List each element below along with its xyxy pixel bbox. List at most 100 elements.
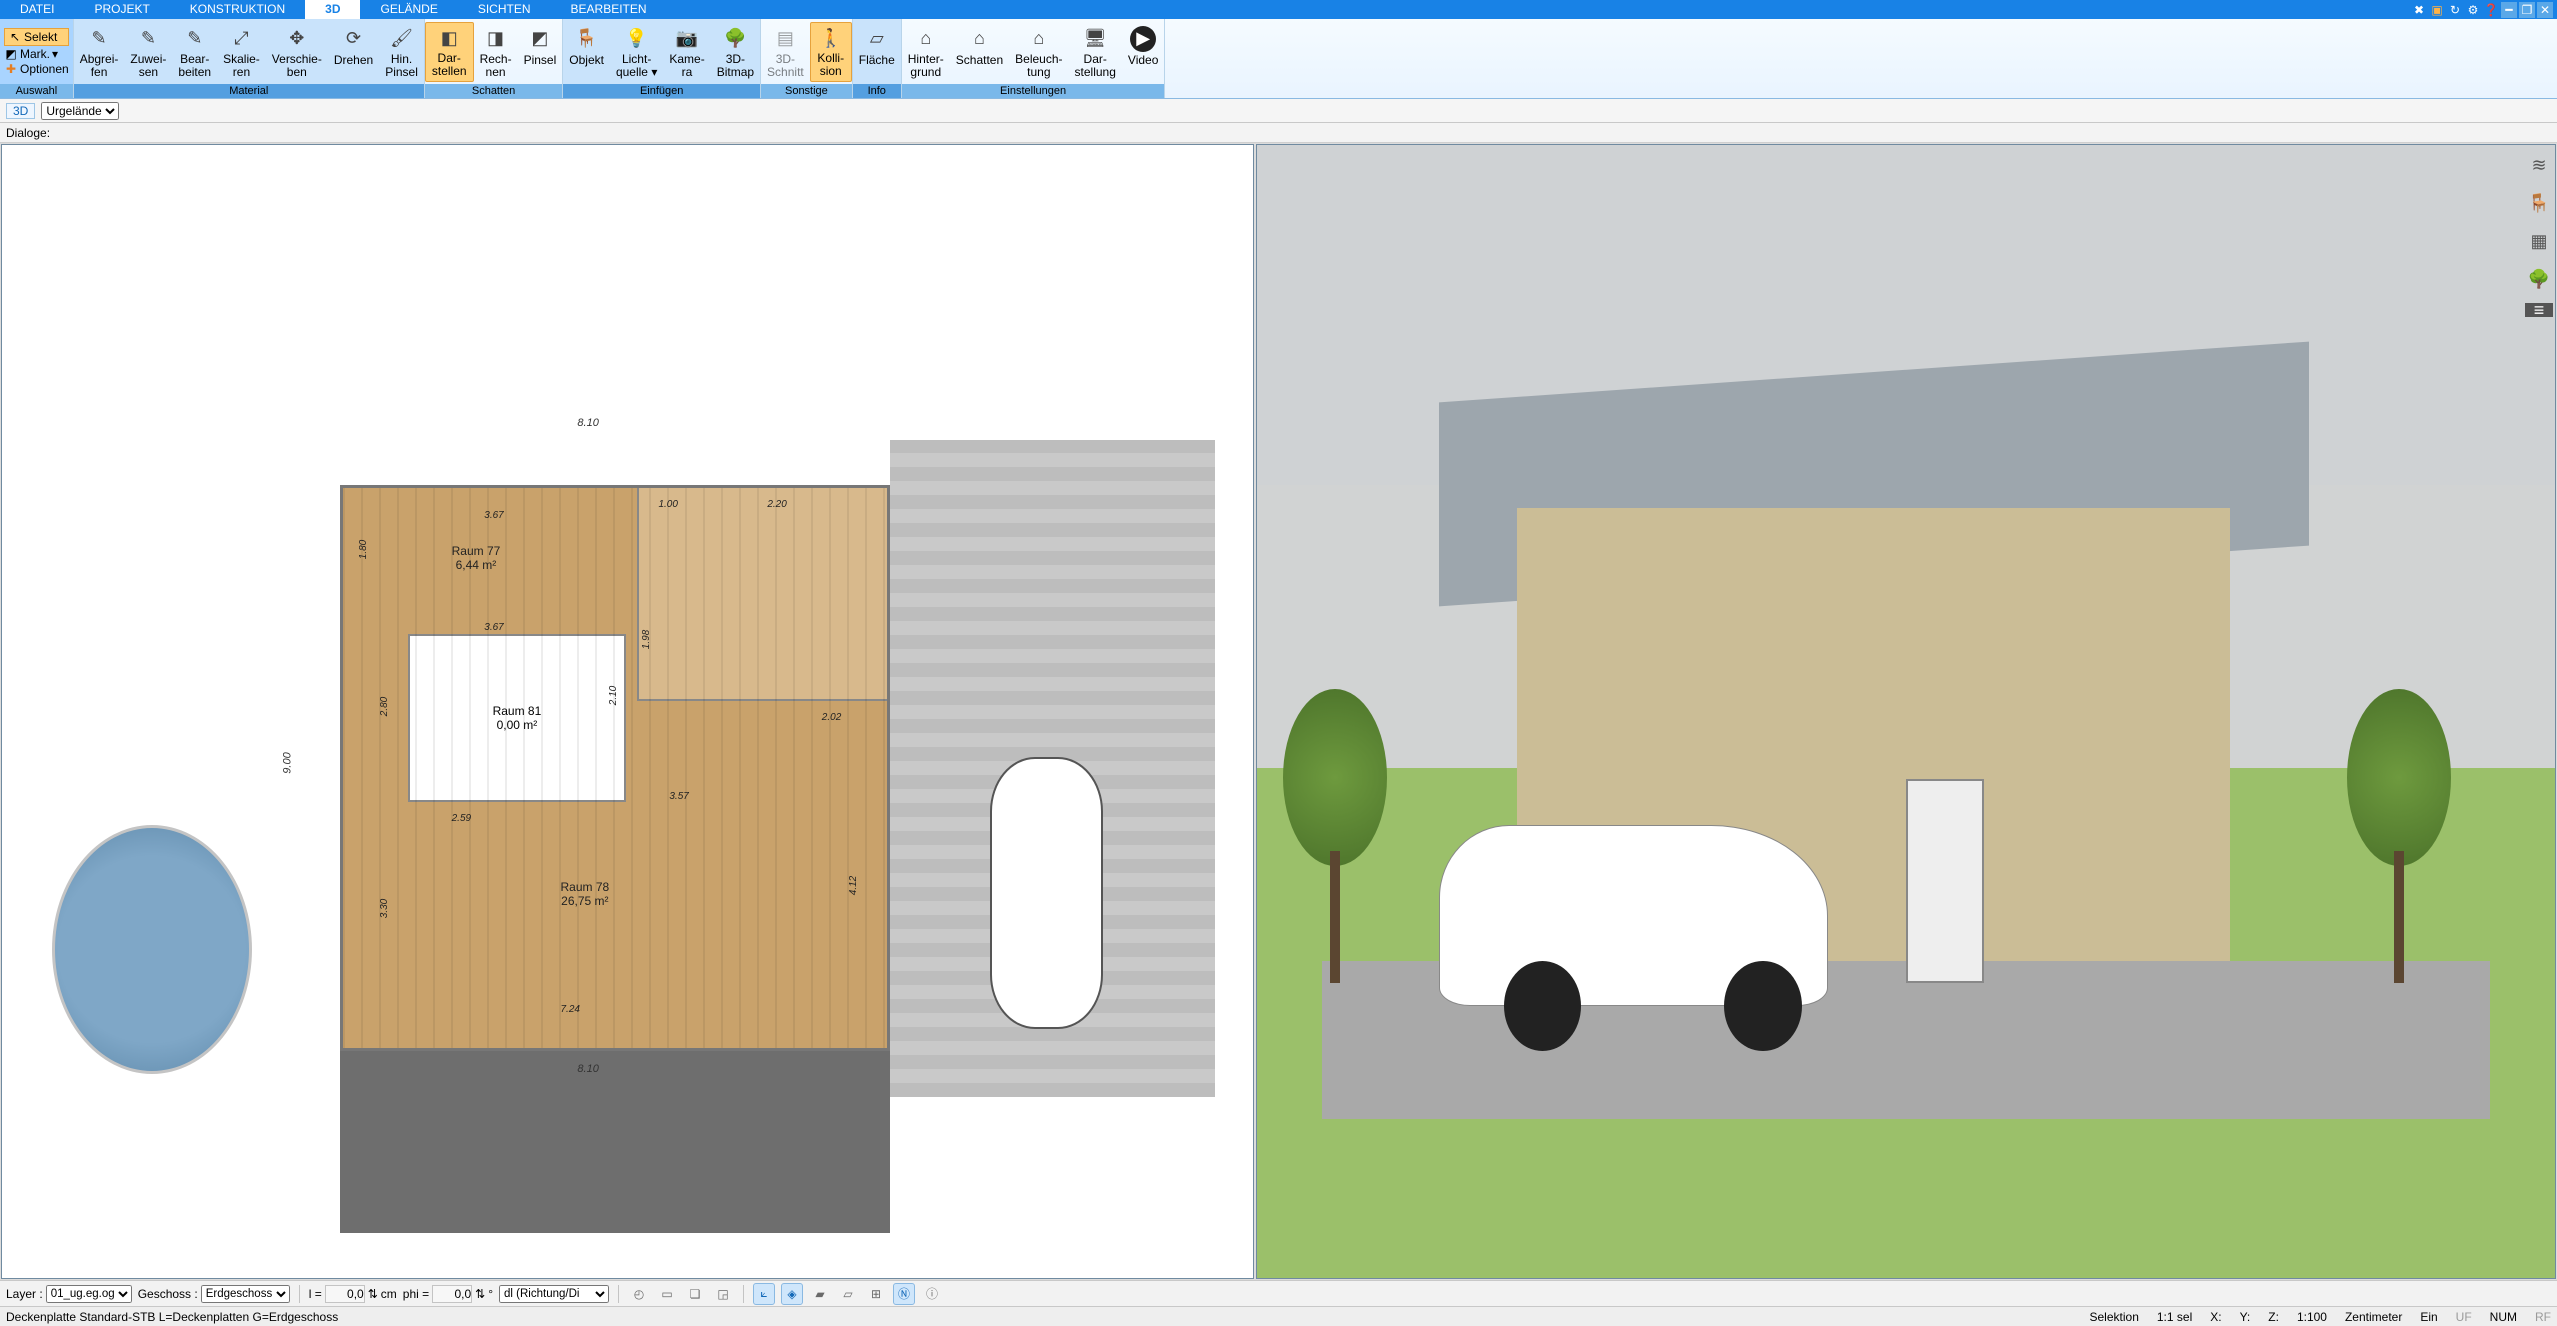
shadow-icon: ⌂	[966, 26, 992, 52]
dim-2-80: 2.80	[380, 697, 391, 716]
north-icon[interactable]: Ⓝ	[893, 1283, 915, 1305]
skalieren-button[interactable]: ⤢Skalie- ren	[217, 22, 266, 82]
3dbitmap-button[interactable]: 🌳3D- Bitmap	[711, 22, 760, 82]
tab-konstruktion[interactable]: KONSTRUKTION	[170, 0, 305, 19]
video-button[interactable]: ▶Video	[1122, 22, 1164, 82]
beleuchtung-button[interactable]: ⌂Beleuch- tung	[1009, 22, 1068, 82]
ribbon: ↖ Selekt ◩ Mark. ▾ ✚ Optionen Auswahl	[0, 19, 2557, 99]
status-sel: 1:1 sel	[2157, 1310, 2192, 1324]
palette-icon[interactable]: ▦	[2525, 227, 2553, 255]
refresh-icon[interactable]: ↻	[2447, 2, 2463, 18]
layer-label: Layer :	[6, 1287, 43, 1301]
3d-view-pane[interactable]: ≋ 🪑 ▦ 🌳 ≡	[1256, 144, 2556, 1279]
restore-button[interactable]: ❐	[2519, 2, 2535, 18]
floorplan-pane[interactable]: 8.10 9.00 Raum 810,00 m² 3.67 Raum 776,4…	[1, 144, 1254, 1279]
rect-icon[interactable]: ▭	[656, 1283, 678, 1305]
dim-2-10: 2.10	[608, 685, 619, 704]
hintergrund-button[interactable]: ⌂Hinter- grund	[902, 22, 950, 82]
flaeche-button[interactable]: ▱Fläche	[853, 22, 901, 82]
mark-button[interactable]: ◩ Mark. ▾	[4, 47, 69, 61]
info-icon[interactable]: ⓘ	[921, 1283, 943, 1305]
close-button[interactable]: ✕	[2537, 2, 2553, 18]
chevron-down-icon: ▾	[52, 47, 58, 61]
tab-gelaende[interactable]: GELÄNDE	[360, 0, 457, 19]
abgreifen-button[interactable]: ✎Abgrei- fen	[74, 22, 125, 82]
layers-toggle-icon[interactable]: ◈	[781, 1283, 803, 1305]
status-scale: 1:100	[2297, 1310, 2327, 1324]
hinpinsel-button[interactable]: 🖌Hin. Pinsel	[379, 22, 424, 82]
window-icon-tray: ✖ ▣ ↻ ⚙ ❓ ━ ❐ ✕	[2411, 0, 2557, 19]
cube2-icon[interactable]: ◲	[712, 1283, 734, 1305]
dim-4-12: 4.12	[848, 876, 859, 895]
cursor-icon: ↖	[8, 30, 22, 44]
status-num: NUM	[2490, 1310, 2517, 1324]
objekt-button[interactable]: 🪑Objekt	[563, 22, 610, 82]
tab-3d[interactable]: 3D	[305, 0, 360, 19]
ribbon-group-einstellungen: ⌂Hinter- grund ⌂Schatten ⌂Beleuch- tung …	[902, 19, 1166, 98]
kollision-button[interactable]: 🚶Kolli- sion	[810, 22, 852, 82]
group-label-schatten: Schatten	[425, 84, 562, 98]
optionen-button[interactable]: ✚ Optionen	[4, 62, 69, 76]
furniture-icon[interactable]: 🪑	[2525, 189, 2553, 217]
plane-icon[interactable]: ▱	[837, 1283, 859, 1305]
tree-left	[1283, 689, 1387, 984]
group-label-sonstige: Sonstige	[761, 84, 852, 98]
dim-1-80: 1.80	[358, 540, 369, 559]
3dschnitt-button[interactable]: ▤3D- Schnitt	[761, 22, 810, 82]
dim-3-30: 3.30	[380, 898, 391, 917]
plant-icon[interactable]: 🌳	[2525, 265, 2553, 293]
clock-icon[interactable]: ◴	[628, 1283, 650, 1305]
help-icon[interactable]: ❓	[2483, 2, 2499, 18]
gift-icon[interactable]: ▣	[2429, 2, 2445, 18]
bearbeiten-button[interactable]: ✎Bear- beiten	[172, 22, 217, 82]
selekt-button[interactable]: ↖ Selekt	[4, 28, 69, 46]
l-input[interactable]	[325, 1285, 365, 1303]
drehen-button[interactable]: ⟳Drehen	[328, 22, 379, 82]
zuweisen-button[interactable]: ✎Zuwei- sen	[124, 22, 172, 82]
layers-icon[interactable]: ≋	[2525, 151, 2553, 179]
chair-icon: 🪑	[574, 26, 600, 52]
cube-calc-icon: ◨	[483, 26, 509, 52]
angle-snap-icon[interactable]: ⟀	[753, 1283, 775, 1305]
room-77-label: Raum 776,44 m²	[452, 544, 501, 572]
room-81: Raum 810,00 m²	[408, 634, 626, 802]
dl-select[interactable]: dl (Richtung/Di	[499, 1285, 609, 1303]
grid-icon[interactable]: ⊞	[865, 1283, 887, 1305]
settings-icon[interactable]: ⚙	[2465, 2, 2481, 18]
kamera-button[interactable]: 📷Kame- ra	[663, 22, 710, 82]
schatten-settings-button[interactable]: ⌂Schatten	[950, 22, 1009, 82]
phi-label: phi =	[403, 1287, 429, 1301]
darstellen-button[interactable]: ◧Dar- stellen	[425, 22, 474, 82]
camera-icon: 📷	[674, 26, 700, 52]
pinsel-button[interactable]: ◩Pinsel	[518, 22, 563, 82]
status-uf: UF	[2456, 1310, 2472, 1324]
darstellung-button[interactable]: 🖥Dar- stellung	[1069, 22, 1122, 82]
geschoss-select[interactable]: Erdgeschoss	[201, 1285, 290, 1303]
drawer-handle-icon[interactable]: ≡	[2525, 303, 2553, 317]
minimize-button[interactable]: ━	[2501, 2, 2517, 18]
selekt-label: Selekt	[24, 30, 57, 44]
surface-icon[interactable]: ▰	[809, 1283, 831, 1305]
urgelaende-select[interactable]: Urgelände	[41, 102, 119, 120]
verschieben-button[interactable]: ✥Verschie- ben	[266, 22, 328, 82]
status-rf: RF	[2535, 1310, 2551, 1324]
stack-icon[interactable]: ❏	[684, 1283, 706, 1305]
spinner-icon[interactable]: ⇅	[368, 1287, 378, 1301]
tab-datei[interactable]: DATEI	[0, 0, 74, 19]
phi-input[interactable]	[432, 1285, 472, 1303]
lighting-icon: ⌂	[1026, 26, 1052, 52]
tab-projekt[interactable]: PROJEKT	[74, 0, 169, 19]
tree-right	[2347, 689, 2451, 984]
lichtquelle-button[interactable]: 💡Licht- quelle ▾	[610, 22, 663, 82]
phi-unit: °	[488, 1287, 493, 1301]
rechnen-button[interactable]: ◨Rech- nen	[474, 22, 518, 82]
ribbon-group-schatten: ◧Dar- stellen ◨Rech- nen ◩Pinsel Schatte…	[425, 19, 563, 98]
wheel-front	[1504, 961, 1582, 1052]
tools-icon[interactable]: ✖	[2411, 2, 2427, 18]
play-icon: ▶	[1130, 26, 1156, 52]
dim-terrace-w: 8.10	[577, 1063, 598, 1075]
layer-select[interactable]: 01_ug.eg.og	[46, 1285, 132, 1303]
tab-bearbeiten[interactable]: BEARBEITEN	[551, 0, 667, 19]
tab-sichten[interactable]: SICHTEN	[458, 0, 551, 19]
spinner-icon[interactable]: ⇅	[475, 1287, 485, 1301]
